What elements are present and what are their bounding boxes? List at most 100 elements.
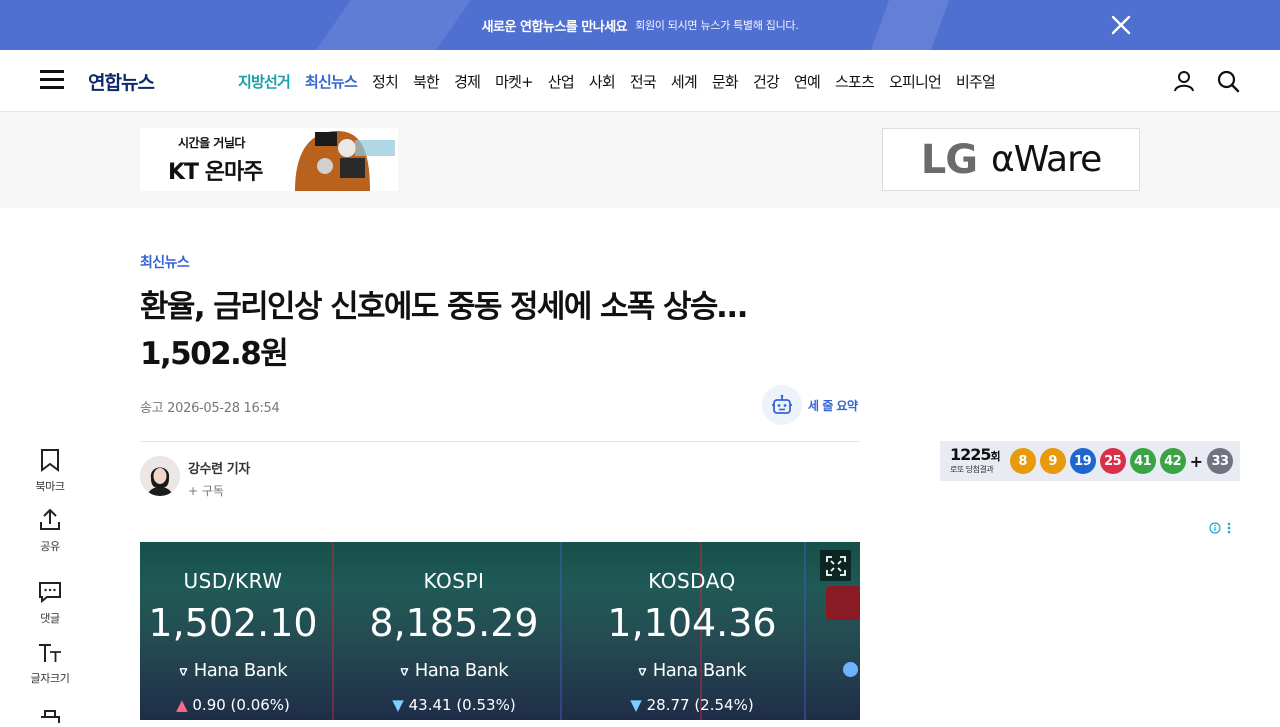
more-vertical-icon[interactable] [1227,522,1231,534]
subscribe-button[interactable]: + 구독 [188,482,250,499]
comment-button[interactable]: 댓글 [25,580,75,626]
ticker-panel-kospi: KOSPI 8,185.29 ᢦ Hana Bank ▼ 43.41 (0.53… [356,542,552,720]
lotto-bonus-ball: 33 [1207,448,1234,474]
summary-label: 세 줄 요약 [808,398,858,413]
ticker-change: ▲ 0.90 (0.06%) [176,696,290,714]
nav-item[interactable]: 전국 [630,71,657,92]
fontsize-label: 글자크기 [30,672,70,685]
lotto-plus: + [1189,451,1204,471]
ticker-panel-kosdaq: KOSDAQ 1,104.36 ᢦ Hana Bank ▼ 28.77 (2.5… [592,542,792,720]
photo-decoration [332,542,334,720]
photo-decoration [843,662,858,677]
bookmark-icon [41,449,59,472]
ad-artwork [285,128,398,191]
nav-item[interactable]: 북한 [413,71,440,92]
lotto-result-widget[interactable]: 1225회 로또 당첨결과 8 9 19 25 41 42 +33 [940,441,1240,481]
nav-item[interactable]: 사회 [589,71,616,92]
nav-item[interactable]: 마켓+ [495,71,534,92]
lotto-round-number: 1225 [950,445,992,464]
ticker-value: 1,502.10 [148,601,318,645]
article-photo[interactable]: USD/KRW 1,502.10 ᢦ Hana Bank ▲ 0.90 (0.0… [140,542,860,720]
search-icon[interactable] [1216,69,1240,93]
lotto-round: 1225회 로또 당첨결과 [950,445,1001,475]
lotto-balls: 8 9 19 25 41 42 +33 [1009,448,1234,474]
nav-item[interactable]: 오피니언 [889,71,942,92]
ad-kt-line2: KT 온마주 [168,160,263,185]
close-icon[interactable] [1108,12,1134,38]
user-icon[interactable] [1172,69,1196,93]
lotto-ball: 19 [1069,448,1096,474]
menu-icon[interactable] [40,70,64,90]
share-label: 공유 [40,540,60,553]
lotto-caption: 로또 당첨결과 [950,465,994,474]
ticker-label: USD/KRW [183,569,283,593]
ticker-change: ▼ 43.41 (0.53%) [392,696,516,714]
nav-item[interactable]: 세계 [671,71,698,92]
nav-item[interactable]: 문화 [712,71,739,92]
comment-label: 댓글 [40,612,60,625]
headline-line-1: 환율, 금리인상 신호에도 중동 정세에 소폭 상승… [140,289,748,325]
nav-item[interactable]: 산업 [548,71,575,92]
lotto-ball: 9 [1039,448,1066,474]
bookmark-label: 북마크 [35,480,65,493]
photo-decoration [804,542,806,720]
article-headline: 환율, 금리인상 신호에도 중동 정세에 소폭 상승… 1,502.8원 [140,284,840,378]
main-nav: 지방선거 최신뉴스 정치 북한 경제 마켓+ 산업 사회 전국 세계 문화 건강 연예 스포츠 오피니언 비주… [238,50,996,112]
nav-item[interactable]: 지방선거 [238,71,291,92]
ticker-panel-usdkrw: USD/KRW 1,502.10 ᢦ Hana Bank ▲ 0.90 (0.0… [140,542,326,720]
ad-lg[interactable]: LG αWare [882,128,1140,191]
site-header: 연합뉴스 지방선거 최신뉴스 정치 북한 경제 마켓+ 산업 사회 전국 세계 문화 건강 연예 스포츠 오… [0,50,1280,112]
expand-icon[interactable] [820,550,851,581]
ad-lg-brand: LG [920,136,978,183]
robot-icon [762,385,802,425]
nav-item[interactable]: 최신뉴스 [305,71,358,92]
ticker-label: KOSPI [423,569,485,593]
photo-decoration [560,542,562,720]
article-dateline: 송고 2026-05-28 16:54 [140,401,280,416]
lotto-round-suffix: 회 [990,450,1001,463]
nav-item[interactable]: 스포츠 [835,71,875,92]
font-size-icon [39,644,61,662]
promo-headline: 새로운 연합뉴스를 만나세요 [481,19,628,35]
ticker-bank: ᢦ Hana Bank [178,660,288,681]
nav-item[interactable]: 정치 [372,71,399,92]
comment-icon [39,582,61,604]
share-button[interactable]: 공유 [25,508,75,554]
fontsize-button[interactable]: 글자크기 [25,642,75,686]
promo-message[interactable]: 새로운 연합뉴스를 만나세요 회원이 되시면 뉴스가 특별해 집니다. [0,0,1280,50]
print-button[interactable] [25,708,75,727]
ad-kt-line1: 시간을 거닐다 [178,136,245,150]
summary-button[interactable]: 세 줄 요약 [762,385,858,425]
print-icon [41,710,60,723]
ad-info-controls[interactable] [1209,522,1231,534]
nav-item[interactable]: 경제 [454,71,481,92]
info-icon[interactable] [1209,522,1221,534]
nav-item[interactable]: 건강 [753,71,780,92]
author-name[interactable]: 강수련 기자 [188,458,250,477]
promo-banner[interactable]: 새로운 연합뉴스를 만나세요 회원이 되시면 뉴스가 특별해 집니다. [0,0,1280,50]
lotto-ball: 8 [1009,448,1036,474]
bookmark-button[interactable]: 북마크 [25,448,75,494]
site-logo[interactable]: 연합뉴스 [88,68,155,95]
article-category[interactable]: 최신뉴스 [140,252,190,272]
lotto-ball: 41 [1129,448,1156,474]
ad-kt[interactable]: 시간을 거닐다 KT 온마주 [140,128,398,191]
nav-item[interactable]: 연예 [794,71,821,92]
share-icon [40,508,60,530]
ad-band: 시간을 거닐다 KT 온마주 LG αWare [0,112,1280,208]
promo-subtext: 회원이 되시면 뉴스가 특별해 집니다. [635,19,799,32]
ticker-bank: ᢦ Hana Bank [637,660,747,681]
ticker-change: ▼ 28.77 (2.54%) [630,696,754,714]
ticker-value: 1,104.36 [607,601,777,645]
ticker-value: 8,185.29 [369,601,539,645]
nav-item[interactable]: 비주얼 [956,71,996,92]
lotto-ball: 25 [1099,448,1126,474]
ad-lg-product: αWare [991,139,1102,180]
ticker-bank: ᢦ Hana Bank [399,660,509,681]
lotto-ball: 42 [1159,448,1186,474]
ticker-label: KOSDAQ [648,569,736,593]
author-block: 강수련 기자 + 구독 [140,456,250,498]
headline-line-2: 1,502.8원 [140,336,289,372]
divider [140,441,860,442]
author-avatar[interactable] [140,456,180,496]
